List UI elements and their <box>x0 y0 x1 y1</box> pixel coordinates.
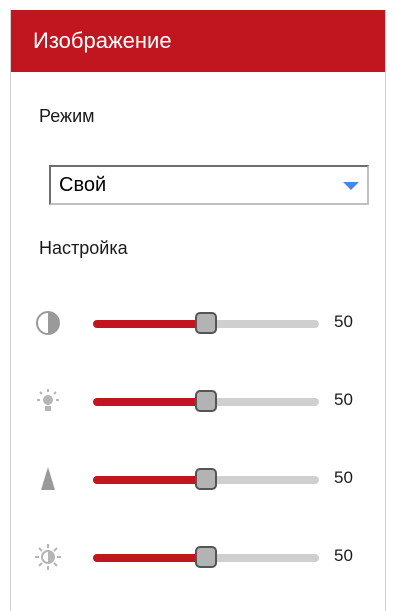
sharpness-slider-fill <box>93 476 206 484</box>
saturation-slider-fill <box>93 554 206 562</box>
saturation-slider-row: 50 <box>11 538 385 578</box>
sharpness-slider-track[interactable] <box>93 468 319 490</box>
panel-header: Изображение <box>11 10 385 72</box>
contrast-slider-thumb[interactable] <box>195 312 217 334</box>
contrast-slider-fill <box>93 320 206 328</box>
mode-select-value: Свой <box>59 174 107 196</box>
brightness-slider-fill <box>93 398 206 406</box>
contrast-value: 50 <box>334 312 353 331</box>
contrast-slider-row: 50 <box>11 304 385 344</box>
brightness-value: 50 <box>334 390 353 409</box>
sharpness-slider-thumb[interactable] <box>195 468 217 490</box>
sharpness-icon <box>33 464 63 494</box>
brightness-slider-thumb[interactable] <box>195 390 217 412</box>
image-settings-panel: Изображение Режим Свой Настройка 50 50 5… <box>10 10 386 611</box>
saturation-slider-thumb[interactable] <box>195 546 217 568</box>
contrast-icon <box>33 308 63 338</box>
sharpness-value: 50 <box>334 468 353 487</box>
sharpness-slider-row: 50 <box>11 460 385 500</box>
brightness-icon <box>33 386 63 416</box>
settings-label: Настройка <box>39 238 128 258</box>
saturation-value: 50 <box>334 546 353 565</box>
panel-title: Изображение <box>33 28 172 53</box>
mode-select[interactable]: Свой <box>49 165 369 205</box>
saturation-icon <box>33 542 63 572</box>
contrast-slider-track[interactable] <box>93 312 319 334</box>
saturation-slider-track[interactable] <box>93 546 319 568</box>
mode-label: Режим <box>39 106 95 126</box>
brightness-slider-track[interactable] <box>93 390 319 412</box>
chevron-down-icon[interactable] <box>343 182 359 190</box>
brightness-slider-row: 50 <box>11 382 385 422</box>
